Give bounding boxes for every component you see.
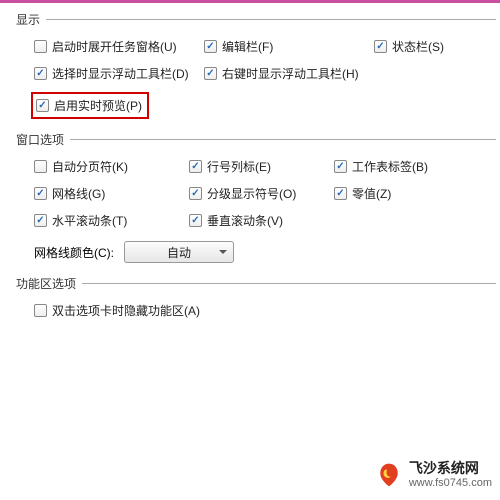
option-live-preview[interactable]: 启用实时预览(P)	[36, 97, 142, 114]
checkbox-icon	[34, 160, 47, 173]
option-label: 右键时显示浮动工具栏(H)	[222, 65, 359, 82]
watermark-logo-icon	[375, 461, 403, 489]
option-horizontal-scrollbar[interactable]: 水平滚动条(T)	[34, 212, 189, 229]
option-label: 分级显示符号(O)	[207, 185, 296, 202]
checkbox-icon	[36, 99, 49, 112]
gridline-color-dropdown[interactable]: 自动	[124, 241, 234, 263]
options-panel: 显示 启动时展开任务窗格(U) 编辑栏(F) 状态栏(S) 选择时显示浮动工具栏…	[0, 0, 500, 500]
option-vertical-scrollbar[interactable]: 垂直滚动条(V)	[189, 212, 334, 229]
option-label: 状态栏(S)	[392, 38, 444, 55]
option-hide-ribbon-dblclick[interactable]: 双击选项卡时隐藏功能区(A)	[34, 302, 200, 319]
highlight-box: 启用实时预览(P)	[31, 92, 149, 119]
option-label: 启用实时预览(P)	[54, 97, 142, 114]
option-gridlines[interactable]: 网格线(G)	[34, 185, 189, 202]
option-floating-toolbar-select[interactable]: 选择时显示浮动工具栏(D)	[34, 65, 204, 82]
checkbox-icon	[189, 187, 202, 200]
checkbox-icon	[204, 67, 217, 80]
option-row-col-headers[interactable]: 行号列标(E)	[189, 158, 334, 175]
option-label: 编辑栏(F)	[222, 38, 273, 55]
watermark: 飞沙系统网 www.fs0745.com	[375, 460, 492, 490]
divider-line	[82, 283, 496, 284]
option-label: 行号列标(E)	[207, 158, 271, 175]
option-label: 网格线(G)	[52, 185, 105, 202]
checkbox-icon	[34, 304, 47, 317]
option-label: 水平滚动条(T)	[52, 212, 127, 229]
option-label: 零值(Z)	[352, 185, 391, 202]
option-floating-toolbar-rightclick[interactable]: 右键时显示浮动工具栏(H)	[204, 65, 374, 82]
checkbox-icon	[34, 187, 47, 200]
checkbox-icon	[334, 187, 347, 200]
option-status-bar[interactable]: 状态栏(S)	[374, 38, 494, 55]
section-label: 窗口选项	[16, 131, 64, 148]
option-label: 启动时展开任务窗格(U)	[52, 38, 177, 55]
option-sheet-tabs[interactable]: 工作表标签(B)	[334, 158, 454, 175]
ribbon-options-title: 功能区选项	[16, 275, 496, 292]
option-label: 工作表标签(B)	[352, 158, 428, 175]
option-label: 垂直滚动条(V)	[207, 212, 283, 229]
checkbox-icon	[34, 214, 47, 227]
gridline-color-label: 网格线颜色(C):	[34, 244, 114, 261]
ribbon-options-section: 功能区选项 双击选项卡时隐藏功能区(A)	[16, 275, 496, 319]
checkbox-icon	[374, 40, 387, 53]
checkbox-icon	[334, 160, 347, 173]
divider-line	[46, 19, 496, 20]
option-formula-bar[interactable]: 编辑栏(F)	[204, 38, 374, 55]
option-label: 自动分页符(K)	[52, 158, 128, 175]
watermark-url: www.fs0745.com	[409, 477, 492, 490]
option-label: 选择时显示浮动工具栏(D)	[52, 65, 189, 82]
option-outline-symbols[interactable]: 分级显示符号(O)	[189, 185, 334, 202]
combo-value: 自动	[167, 244, 191, 261]
window-options-section: 窗口选项 自动分页符(K) 行号列标(E) 工作表标签(B) 网格线(G)	[16, 131, 496, 263]
checkbox-icon	[189, 160, 202, 173]
option-auto-page-break[interactable]: 自动分页符(K)	[34, 158, 189, 175]
divider-line	[70, 139, 496, 140]
checkbox-icon	[204, 40, 217, 53]
option-startup-taskpane[interactable]: 启动时展开任务窗格(U)	[34, 38, 204, 55]
watermark-title: 飞沙系统网	[409, 460, 492, 477]
window-options-title: 窗口选项	[16, 131, 496, 148]
section-label: 显示	[16, 11, 40, 28]
display-section: 显示 启动时展开任务窗格(U) 编辑栏(F) 状态栏(S) 选择时显示浮动工具栏…	[16, 11, 496, 119]
section-label: 功能区选项	[16, 275, 76, 292]
option-label: 双击选项卡时隐藏功能区(A)	[52, 302, 200, 319]
checkbox-icon	[34, 40, 47, 53]
chevron-down-icon	[219, 250, 227, 254]
display-section-title: 显示	[16, 11, 496, 28]
checkbox-icon	[189, 214, 202, 227]
option-zero-values[interactable]: 零值(Z)	[334, 185, 454, 202]
checkbox-icon	[34, 67, 47, 80]
